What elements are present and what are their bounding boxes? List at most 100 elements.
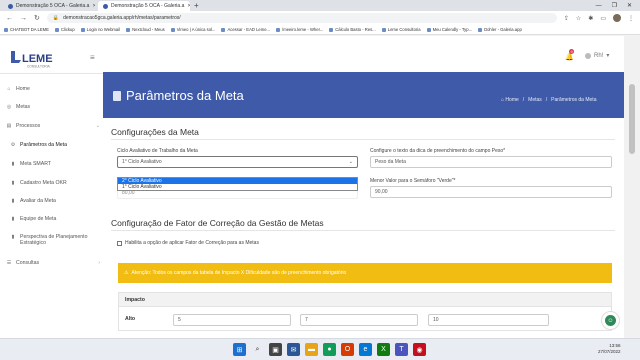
reload-icon[interactable]: ↻ [34,14,40,22]
extensions-icon[interactable]: ✱ [588,15,593,22]
sidebar-item-meta-smart[interactable]: ▮ Meta SMART [10,161,104,167]
bookmark-favicon-icon [329,27,334,32]
sidebar-item-avaliar-meta[interactable]: ▮ Avaliar da Meta [10,198,104,204]
clock-date: 27/07/2022 [598,349,621,354]
profile-avatar[interactable] [613,14,621,22]
gear-icon: ⚙ [10,142,16,148]
browser-tab-2[interactable]: Demonstração 5 OCA - Galeria.a ✕ [98,1,190,11]
peso-input[interactable]: Peso da Meta [370,156,612,168]
file-icon: ▮ [11,198,15,204]
sidebar-item-label: Meta SMART [20,161,52,167]
sidebar-item-home[interactable]: ⌂ Home [6,86,100,92]
bookmark-favicon-icon [426,27,431,32]
back-icon[interactable]: ← [6,15,13,22]
breadcrumb-metas[interactable]: Metas [528,97,542,103]
table-header: Impacto [118,292,612,307]
fator-checkbox-row[interactable]: Habilita a opção de aplicar Fator de Cor… [117,240,259,246]
star-icon[interactable]: ☆ [576,15,581,22]
task-view-icon[interactable]: ▣ [269,343,282,356]
bell-icon[interactable]: 🔔 9 [565,49,575,61]
warning-icon: ⚠ [124,270,129,276]
notification-badge: 9 [569,49,575,54]
sidebar-item-label: Equipe de Meta [20,216,57,222]
bookmark-item[interactable]: Vimeo | A única sol... [170,27,215,32]
taskbar: ⊞ ⌕ ▣ ✉ ▬ ● O e X T ◉ 13:56 27/07/2022 [0,338,640,360]
windows-start-icon[interactable]: ⊞ [233,343,246,356]
bookmark-item[interactable]: Meu Calendly - Typ... [426,27,472,32]
sidebar-item-perspectiva[interactable]: ▮ Perspectiva de Planejamento Estratégic… [10,234,104,246]
sidebar-item-label: Home [16,86,30,92]
avatar [585,52,591,59]
bookmark-item[interactable]: Cálculo Basto - Res... [329,27,376,32]
page-scrollbar[interactable] [624,36,640,338]
file-icon: ▮ [11,180,15,186]
file-icon: ▮ [11,234,15,240]
chevron-right-icon: › [98,260,100,266]
teams-icon[interactable]: T [395,343,408,356]
maximize-icon[interactable]: ❐ [612,1,617,11]
bookmark-favicon-icon [170,27,175,32]
system-clock[interactable]: 13:56 27/07/2022 [598,343,621,355]
table-cell-input[interactable]: 10 [428,314,549,326]
close-icon[interactable]: ✕ [187,3,190,9]
bookmark-item[interactable]: Acessar - EAD Leme... [221,27,270,32]
leme-logo[interactable]: LEME CONSULTORIA [9,49,69,69]
app-icon[interactable]: ◉ [413,343,426,356]
ciclo-label: Ciclo Avaliativo de Trabalho da Meta [117,148,198,154]
table-cell-input[interactable]: 5 [173,314,291,326]
sidebar-item-label: Consultas [16,260,40,266]
section-title-config: Configurações da Meta [111,127,199,137]
url-field[interactable]: 🔒 demonstracao5gca.galeria.app/rh/metas/… [46,13,557,23]
bookmark-item[interactable]: Clickup [54,27,75,32]
address-bar-row: ← → ↻ 🔒 demonstracao5gca.galeria.app/rh/… [0,11,640,25]
breadcrumb-home[interactable]: ⌂ Home [501,97,519,103]
excel-icon[interactable]: X [377,343,390,356]
forward-icon[interactable]: → [20,15,27,22]
browser-tab-1[interactable]: Demonstração 5 OCA - Galeria.a ✕ [3,1,95,11]
sidebar-item-label: Processos [16,123,41,129]
bookmark-item[interactable]: Leme Consultoria [381,27,421,32]
outlook-icon[interactable]: ✉ [287,343,300,356]
sidebar-item-equipe-meta[interactable]: ▮ Equipe de Meta [10,216,104,222]
sidebar-item-metas[interactable]: ◎ Metas [6,104,100,110]
table-cell-input[interactable]: 7 [300,314,418,326]
scrollbar-thumb[interactable] [629,84,635,154]
app-topbar: LEME CONSULTORIA ≡ 🔔 9 Rh! ▾ [0,36,624,74]
sidebar-item-processos[interactable]: ▤ Processos ⌄ [6,123,100,129]
close-window-icon[interactable]: ✕ [627,1,632,11]
bookmark-item[interactable]: Login no Webmail [80,27,120,32]
sidebar-item-cadastro-okr[interactable]: ▮ Cadastro Meta OKR [10,180,104,186]
bookmark-item[interactable]: CHATBOT DA LEME [4,27,49,32]
bookmark-item[interactable]: Dohler - Galeria.app [478,27,522,32]
chrome-icon[interactable]: ● [323,343,336,356]
bookmark-item[interactable]: Nextcloud - Meus [126,27,165,32]
user-label: Rh! [594,52,604,59]
edge-icon[interactable]: e [359,343,372,356]
tab-favicon-icon [8,3,13,9]
bookmark-item[interactable]: /meeiro.leme - Wher... [276,27,323,32]
hamburger-menu-icon[interactable]: ≡ [90,53,95,62]
semaforo-input[interactable]: 90,00 [370,186,612,198]
sidebar-item-consultas[interactable]: ☰ Consultas › [6,260,100,266]
dropdown-option[interactable]: 1° Ciclo Avaliativo [118,184,357,190]
close-icon[interactable]: ✕ [92,3,95,9]
office-icon[interactable]: O [341,343,354,356]
new-tab-icon[interactable]: + [194,1,199,11]
share-icon[interactable]: ⇪ [564,15,569,22]
file-explorer-icon[interactable]: ▬ [305,343,318,356]
sidebar-item-parametros-meta[interactable]: ⚙ Parâmetros da Meta [10,142,104,148]
file-icon: ▮ [11,161,15,167]
ciclo-select[interactable]: 1° Ciclo Avaliativo ⌄ [117,156,358,168]
page-title-text: Parâmetros da Meta [126,88,244,103]
chevron-down-icon: ▾ [606,53,610,59]
chat-icon: ☺ [605,315,616,326]
menu-icon[interactable]: ⋮ [628,15,634,22]
user-menu[interactable]: Rh! ▾ [585,52,609,59]
fator-checkbox[interactable] [117,240,122,246]
sidebar-icon[interactable]: ▭ [600,15,606,22]
help-button[interactable]: ☺ [601,311,620,330]
search-icon[interactable]: ⌕ [251,343,264,356]
logo-subtext: CONSULTORIA [27,65,51,69]
home-icon: ⌂ [7,86,11,92]
minimize-icon[interactable]: — [596,1,602,11]
